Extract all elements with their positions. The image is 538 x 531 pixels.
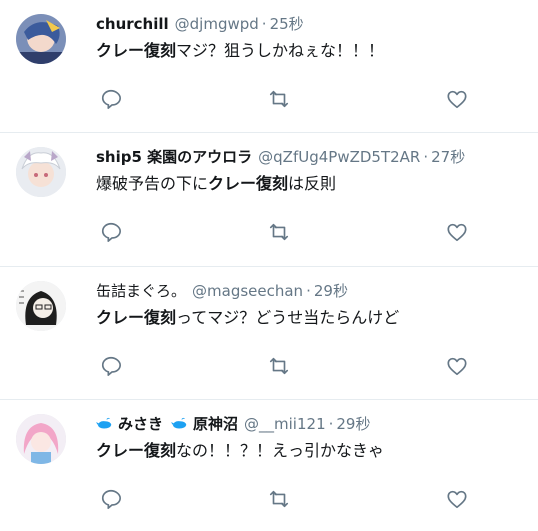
whale-emoji-icon [96, 417, 112, 429]
like-icon[interactable] [446, 221, 468, 243]
tweet-text-highlight: クレー復刻 [96, 308, 177, 327]
avatar[interactable] [16, 414, 66, 464]
separator-dot: · [423, 148, 429, 166]
tweet-text: クレー復刻ってマジ？どうせ当たらんけど [96, 307, 399, 329]
tweet-actions [96, 221, 476, 243]
timestamp[interactable]: 25秒 [270, 14, 304, 34]
like-icon[interactable] [446, 355, 468, 377]
tweet-actions [96, 88, 476, 110]
tweet-text: クレー復刻マジ？狙うしかねぇな！！！ [96, 40, 384, 62]
like-icon[interactable] [446, 88, 468, 110]
avatar[interactable] [16, 14, 66, 64]
reply-icon[interactable] [100, 355, 122, 377]
tweet-text-post: は反則 [288, 174, 337, 193]
separator-dot: · [328, 415, 334, 433]
reply-icon[interactable] [100, 488, 122, 510]
timestamp[interactable]: 27秒 [431, 147, 465, 167]
display-name[interactable]: 缶詰まぐろ。 [96, 281, 186, 301]
whale-emoji-icon [171, 417, 187, 429]
tweet[interactable]: みさき 原神沼 @__mii121 · 29秒 クレー復刻なの！！？！えっ引かな… [0, 400, 538, 531]
tweet-text-highlight: クレー復刻 [96, 41, 177, 60]
tweet[interactable]: ship5 楽園のアウロラ @qZfUg4PwZD5T2AR · 27秒 爆破予… [0, 133, 538, 267]
tweet-header: 缶詰まぐろ。 @magseechan · 29秒 [96, 281, 348, 301]
tweet-actions [96, 488, 476, 510]
retweet-icon[interactable] [268, 488, 290, 510]
tweet-text-pre: 爆破予告の下に [96, 174, 209, 193]
user-handle[interactable]: @magseechan [192, 281, 303, 301]
retweet-icon[interactable] [268, 221, 290, 243]
timestamp[interactable]: 29秒 [314, 281, 348, 301]
separator-dot: · [261, 15, 267, 33]
reply-icon[interactable] [100, 88, 122, 110]
timestamp[interactable]: 29秒 [336, 414, 370, 434]
tweet-text: クレー復刻なの！！？！えっ引かなきゃ [96, 440, 384, 462]
user-handle[interactable]: @__mii121 [244, 414, 326, 434]
tweet-text: 爆破予告の下にクレー復刻は反則 [96, 173, 336, 195]
tweet-header: みさき 原神沼 @__mii121 · 29秒 [96, 414, 370, 434]
retweet-icon[interactable] [268, 88, 290, 110]
display-name-part[interactable]: 原神沼 [193, 414, 238, 434]
tweet-text-highlight: クレー復刻 [208, 174, 289, 193]
display-name[interactable]: ship5 楽園のアウロラ [96, 147, 252, 167]
reply-icon[interactable] [100, 221, 122, 243]
tweet-feed: churchill @djmgwpd · 25秒 クレー復刻マジ？狙うしかねぇな… [0, 0, 538, 531]
tweet-header: churchill @djmgwpd · 25秒 [96, 14, 304, 34]
display-name[interactable]: churchill [96, 14, 169, 34]
tweet-actions [96, 355, 476, 377]
tweet-text-highlight: クレー復刻 [96, 441, 177, 460]
tweet-text-post: マジ？狙うしかねぇな！！！ [176, 41, 385, 60]
user-handle[interactable]: @djmgwpd [175, 14, 259, 34]
avatar[interactable] [16, 147, 66, 197]
tweet-header: ship5 楽園のアウロラ @qZfUg4PwZD5T2AR · 27秒 [96, 147, 465, 167]
user-handle[interactable]: @qZfUg4PwZD5T2AR [258, 147, 420, 167]
tweet[interactable]: churchill @djmgwpd · 25秒 クレー復刻マジ？狙うしかねぇな… [0, 0, 538, 133]
tweet-text-post: なの！！？！えっ引かなきゃ [176, 441, 385, 460]
avatar[interactable] [16, 281, 66, 331]
retweet-icon[interactable] [268, 355, 290, 377]
separator-dot: · [306, 282, 311, 300]
display-name-part[interactable]: みさき [118, 414, 163, 434]
like-icon[interactable] [446, 488, 468, 510]
tweet[interactable]: 缶詰まぐろ。 @magseechan · 29秒 クレー復刻ってマジ？どうせ当た… [0, 267, 538, 400]
tweet-text-post: ってマジ？どうせ当たらんけど [176, 308, 400, 327]
